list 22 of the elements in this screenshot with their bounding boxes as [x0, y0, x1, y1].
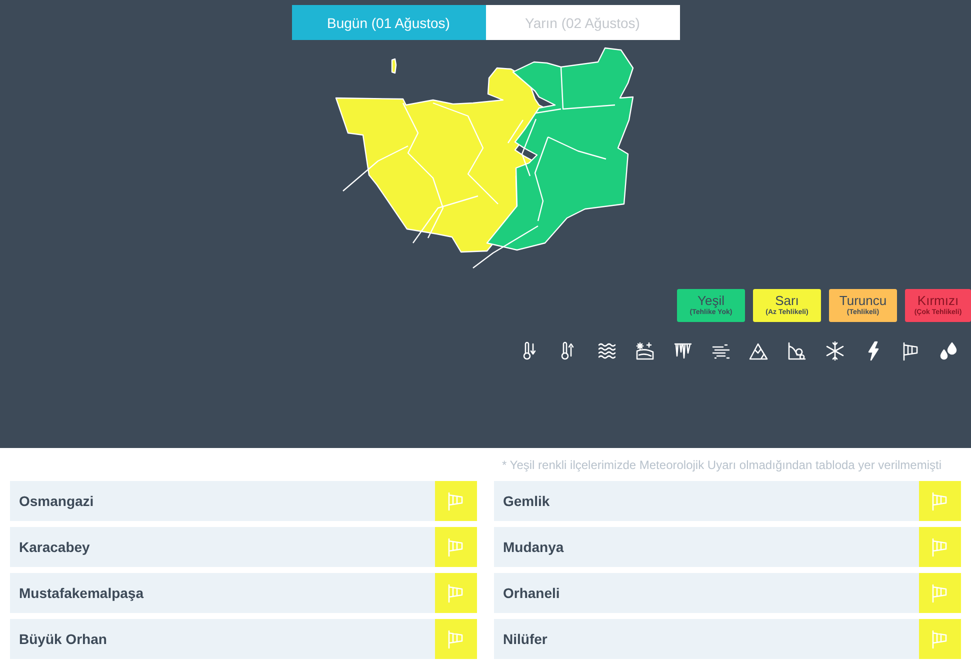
waves-icon[interactable] [597, 341, 617, 361]
district-name: Osmangazi [18, 493, 95, 509]
note-text: * Yeşil renkli ilçelerimizde Meteorolojik Uyarı olmadığından tabloda yer verilmemişti [502, 457, 943, 474]
level-label: Kırmızı [917, 293, 959, 308]
snowflake-icon[interactable] [825, 341, 845, 361]
district-name: Nilüfer [502, 631, 548, 647]
district-name: Mustafakemalpaşa [18, 585, 145, 601]
district-name: Mudanya [502, 539, 565, 555]
landslide-icon[interactable] [787, 341, 807, 361]
raindrops-icon[interactable] [939, 341, 959, 361]
district-name: Gemlik [502, 493, 551, 509]
district-name: Büyük Orhan [18, 631, 108, 647]
day-tab[interactable]: Bugün (01 Ağustos) [292, 5, 486, 40]
day-tab[interactable]: Yarın (02 Ağustos) [486, 5, 680, 40]
district-name: Karacabey [18, 539, 91, 555]
level-label: Yeşil [698, 293, 724, 308]
district-name: Orhaneli [502, 585, 561, 601]
icicle-icon[interactable] [673, 341, 693, 361]
mountain-icon[interactable] [749, 341, 769, 361]
level-label: Turuncu [839, 293, 887, 308]
snow-slope-icon[interactable] [635, 341, 655, 361]
level-label: Sarı [775, 293, 799, 308]
